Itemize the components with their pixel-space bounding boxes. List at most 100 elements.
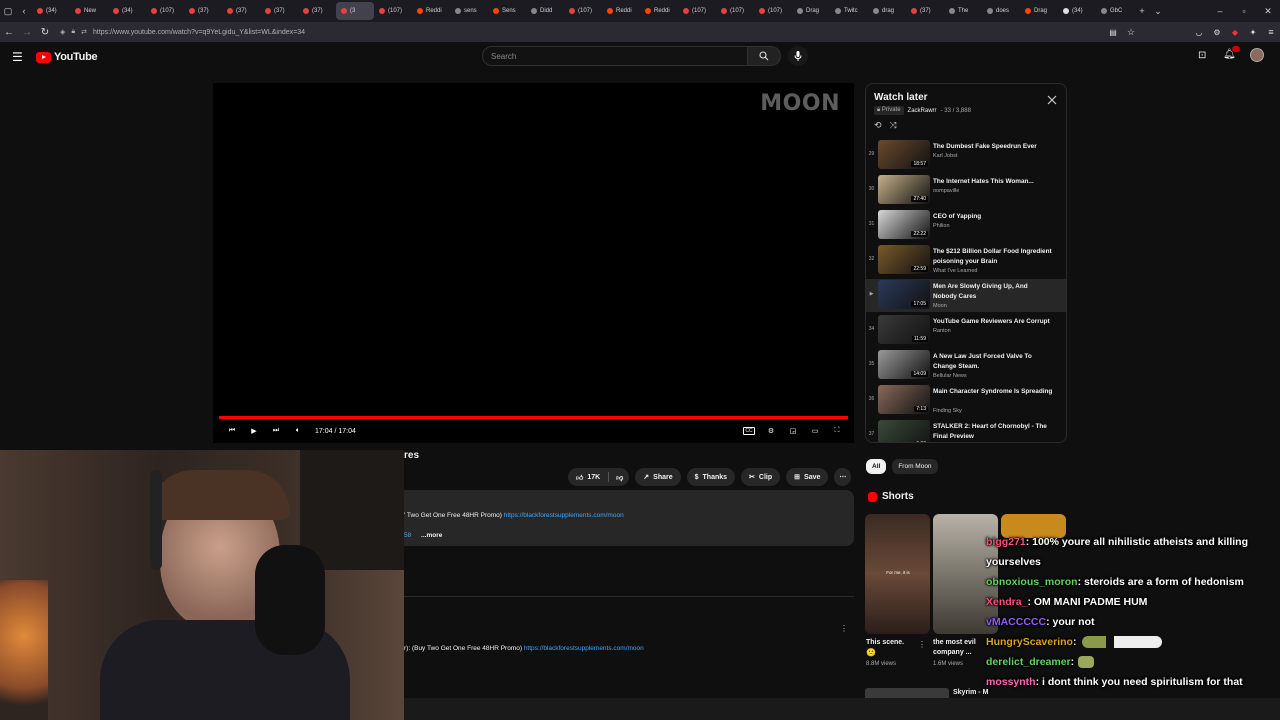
video-player[interactable]: MOON ⏮︎ ▶︎ ⏭︎ 🔈︎ 17:04 / 17:04 CC ⚙ ◲ ▭ … <box>213 83 854 443</box>
loop-icon[interactable]: ⟲ <box>874 120 882 131</box>
chat-username[interactable]: obnoxious_moron <box>986 576 1078 588</box>
browser-tab[interactable]: New <box>70 2 108 20</box>
playlist-item-thumbnail[interactable]: 11:59 <box>878 315 930 344</box>
playlist-item[interactable]: 34 11:59 YouTube Game Reviewers Are Corrup… <box>866 314 1066 347</box>
chat-username[interactable]: HungryScaverino <box>986 636 1073 648</box>
shuffle-icon[interactable]: ⤨ <box>890 120 897 131</box>
voice-search-button[interactable] <box>788 46 808 66</box>
playlist-item-thumbnail[interactable]: 8:30 <box>878 420 930 442</box>
browser-tab[interactable]: drag <box>868 2 906 20</box>
hamburger-menu-icon[interactable]: ☰ <box>12 50 23 64</box>
browser-menu-icon[interactable]: ≡ <box>1262 23 1280 41</box>
browser-tab[interactable]: sens <box>450 2 488 20</box>
show-more-link[interactable]: ...more <box>421 532 442 539</box>
avatar[interactable] <box>1250 48 1264 62</box>
playlist-item-channel[interactable]: Moon <box>933 303 947 309</box>
playlist-item[interactable]: 32 22:59 The $212 Billion Dollar Food Ingr… <box>866 244 1066 277</box>
thanks-button[interactable]: $ Thanks <box>686 468 736 486</box>
new-tab-icon[interactable]: + <box>1134 3 1150 19</box>
play-icon[interactable]: ▶︎ <box>243 421 265 441</box>
short-title[interactable]: the most evil company ... <box>933 638 988 658</box>
playlist-item[interactable]: 31 22:22 CEO of Yapping Philion <box>866 209 1066 242</box>
playlist-item-thumbnail[interactable]: 22:22 <box>878 210 930 239</box>
playlist-item-title[interactable]: The Internet Hates This Woman... <box>933 177 1053 187</box>
lock-icon[interactable]: 🔒︎ <box>71 28 75 36</box>
search-input[interactable]: Search <box>482 46 748 66</box>
browser-tab[interactable]: (107) <box>146 2 184 20</box>
extensions-icon[interactable]: ✦ <box>1244 23 1262 41</box>
browser-tab[interactable]: (37) <box>222 2 260 20</box>
tab-overview-icon[interactable]: ▢ <box>0 3 16 19</box>
playlist-item-channel[interactable]: Finding Sky <box>933 408 962 414</box>
chip-all[interactable]: All <box>866 459 887 474</box>
browser-tab[interactable]: Didd <box>526 2 564 20</box>
more-actions-button[interactable]: ⋯ <box>834 468 852 486</box>
window-maximize-icon[interactable]: ▫ <box>1232 3 1256 19</box>
playlist-item-thumbnail[interactable]: 22:59 <box>878 245 930 274</box>
window-minimize-icon[interactable]: – <box>1208 3 1232 19</box>
fullscreen-icon[interactable]: ⛶ <box>826 421 848 441</box>
permissions-icon[interactable]: ⇄ <box>81 28 87 36</box>
shield-icon[interactable]: ◈ <box>60 28 65 36</box>
browser-tab[interactable]: Reddi <box>602 2 640 20</box>
browser-tab[interactable]: (107) <box>678 2 716 20</box>
playlist-owner[interactable]: ZackRawrr <box>908 108 937 114</box>
playlist-item-title[interactable]: STALKER 2: Heart of Chornobyl - The Fina… <box>933 422 1053 442</box>
window-close-icon[interactable]: ✕ <box>1256 3 1280 19</box>
browser-tab[interactable]: (3 <box>336 2 374 20</box>
save-button[interactable]: ⊞ Save <box>786 468 829 486</box>
next-icon[interactable]: ⏭︎ <box>265 421 287 441</box>
ublock-icon[interactable]: ◆ <box>1226 23 1244 41</box>
thumbs-down-icon[interactable]: 👎︎ <box>616 473 623 482</box>
next-video-thumbnail[interactable] <box>865 688 949 698</box>
playlist-item-thumbnail[interactable]: 18:57 <box>878 140 930 169</box>
browser-tab[interactable]: (34) <box>32 2 70 20</box>
playlist-item-title[interactable]: CEO of Yapping <box>933 212 1053 222</box>
browser-tab[interactable]: (107) <box>716 2 754 20</box>
browser-tab[interactable]: (107) <box>374 2 412 20</box>
browser-tab[interactable]: (37) <box>260 2 298 20</box>
browser-tab[interactable]: Sens <box>488 2 526 20</box>
browser-tab[interactable]: (37) <box>298 2 336 20</box>
url-bar[interactable]: ◈ 🔒︎ ⇄ https://www.youtube.com/watch?v=q… <box>54 24 1104 40</box>
like-button[interactable]: 👍︎ 17K 👎︎ <box>568 468 630 486</box>
browser-tab[interactable]: (107) <box>754 2 792 20</box>
short-title[interactable]: This scene. <box>866 638 921 648</box>
playlist-item-thumbnail[interactable]: 7:13 <box>878 385 930 414</box>
reader-view-icon[interactable]: ▤ <box>1104 23 1122 41</box>
playlist-item-title[interactable]: Men Are Slowly Giving Up, And Nobody Car… <box>933 282 1053 302</box>
short-menu-icon[interactable]: ⋮ <box>918 640 926 649</box>
browser-tab[interactable]: Drag <box>792 2 830 20</box>
browser-tab[interactable]: Twitc <box>830 2 868 20</box>
playlist-item-channel[interactable]: oompaville <box>933 188 959 194</box>
playlist-item[interactable]: 37 8:30 STALKER 2: Heart of Chornobyl - Th… <box>866 419 1066 442</box>
playlist-item-title[interactable]: A New Law Just Forced Valve To Change St… <box>933 352 1053 372</box>
playlist-item-channel[interactable]: Bellular News <box>933 373 967 379</box>
close-icon[interactable] <box>1046 94 1058 106</box>
playlist-item-thumbnail[interactable]: 17:05 <box>878 280 930 309</box>
playlist-item-channel[interactable]: Ranton <box>933 328 951 334</box>
chat-username[interactable]: mossynth <box>986 676 1036 688</box>
back-icon[interactable]: ← <box>0 23 18 41</box>
playlist-item-channel[interactable]: What I've Learned <box>933 268 977 274</box>
short-card[interactable]: For me, it is <box>865 514 930 634</box>
playlist-item-title[interactable]: The $212 Billion Dollar Food Ingredient … <box>933 247 1053 267</box>
settings-gear-icon[interactable]: ⚙ <box>760 421 782 441</box>
playlist-item-title[interactable]: Main Character Syndrome Is Spreading <box>933 387 1053 397</box>
theater-mode-icon[interactable]: ▭ <box>804 421 826 441</box>
extension-icon[interactable]: ⚙ <box>1208 23 1226 41</box>
volume-icon[interactable]: 🔈︎ <box>287 421 309 441</box>
browser-tab[interactable]: (34) <box>1058 2 1096 20</box>
description-link[interactable]: https://blackforestsupplements.com/moon <box>504 512 624 519</box>
playlist-item[interactable]: 36 7:13 Main Character Syndrome Is Spreadi… <box>866 384 1066 417</box>
tab-scroll-left-icon[interactable]: ‹ <box>16 3 32 19</box>
previous-icon[interactable]: ⏮︎ <box>221 421 243 441</box>
chat-username[interactable]: Xendra_ <box>986 596 1027 608</box>
reload-icon[interactable]: ↻ <box>36 23 54 41</box>
chat-username[interactable]: bigg271 <box>986 536 1026 548</box>
browser-tab[interactable]: The <box>944 2 982 20</box>
playlist-item[interactable]: ▶ 17:05 Men Are Slowly Giving Up, And Nobo… <box>866 279 1066 312</box>
channel-watermark[interactable]: MOON <box>760 91 840 116</box>
url-text[interactable]: https://www.youtube.com/watch?v=q9YeLgid… <box>93 29 305 36</box>
playlist-item-title[interactable]: The Dumbest Fake Speedrun Ever <box>933 142 1053 152</box>
